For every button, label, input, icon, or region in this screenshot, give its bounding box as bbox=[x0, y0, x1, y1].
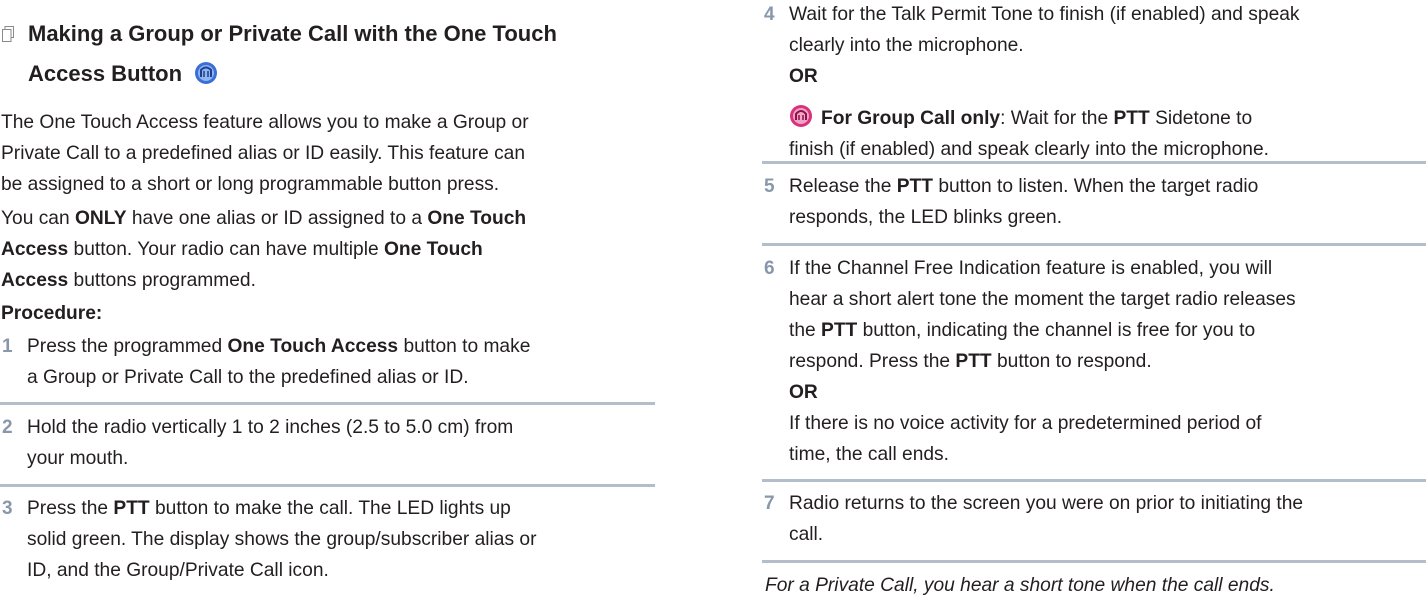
step-7-text: Radio returns to the screen you were on … bbox=[789, 493, 1304, 545]
step-2-number: 2 bbox=[2, 417, 13, 438]
step-divider bbox=[0, 484, 655, 487]
step-5-text: Release the PTT button to listen. When t… bbox=[789, 176, 1259, 228]
step-divider bbox=[762, 560, 1426, 563]
step-1-text: Press the programmed One Touch Access bu… bbox=[27, 336, 531, 388]
step-7-number: 7 bbox=[764, 493, 775, 514]
step-4-text: Wait for the Talk Permit Tone to finish … bbox=[789, 4, 1300, 160]
ptt-sidetone-icon bbox=[790, 105, 812, 127]
step-6-text: If the Channel Free Indication feature i… bbox=[789, 258, 1296, 465]
section-title: Making a Group or Private Call with the … bbox=[28, 16, 557, 52]
one-touch-access-icon bbox=[195, 62, 218, 84]
procedure-heading: Procedure: bbox=[1, 303, 103, 324]
step-4-number: 4 bbox=[764, 4, 775, 25]
section-title-line1: Making a Group or Private Call with the … bbox=[28, 21, 557, 46]
restriction-paragraph: You can ONLY have one alias or ID assign… bbox=[1, 208, 527, 291]
private-call-note: For a Private Call, you hear a short ton… bbox=[765, 575, 1275, 596]
stacked-pages-icon bbox=[2, 26, 14, 42]
step-divider bbox=[762, 243, 1426, 246]
step-1-number: 1 bbox=[2, 336, 13, 357]
section-title-cont: Access Button bbox=[28, 56, 218, 92]
step-divider bbox=[762, 161, 1426, 164]
step-6-number: 6 bbox=[764, 258, 775, 279]
step-divider bbox=[0, 402, 655, 405]
step-3-text: Press the PTT button to make the call. T… bbox=[27, 498, 537, 581]
step-divider bbox=[762, 479, 1426, 482]
intro-paragraph: The One Touch Access feature allows you … bbox=[1, 112, 529, 195]
step-3-number: 3 bbox=[2, 498, 13, 519]
step-5-number: 5 bbox=[764, 176, 775, 197]
step-2-text: Hold the radio vertically 1 to 2 inches … bbox=[27, 417, 514, 469]
section-title-line2: Access Button bbox=[28, 61, 183, 86]
